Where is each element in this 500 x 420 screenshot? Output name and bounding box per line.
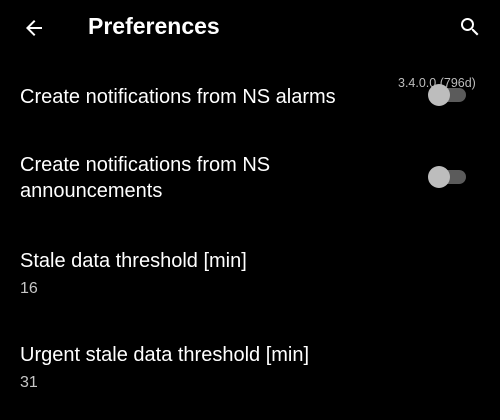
pref-stale-data-threshold[interactable]: Stale data threshold [min] 16: [0, 236, 500, 310]
page-title: Preferences: [88, 13, 220, 39]
ns-announcements-toggle[interactable]: [428, 164, 470, 190]
arrow-left-icon: [26, 20, 42, 36]
search-button[interactable]: [454, 11, 486, 43]
switch-thumb: [428, 84, 450, 106]
pref-urgent-stale-data-threshold[interactable]: Urgent stale data threshold [min] 31: [0, 330, 500, 404]
pref-title-line2: announcements: [20, 180, 163, 202]
search-icon: [461, 18, 479, 36]
pref-title-line1: Create notifications from NS: [20, 154, 271, 176]
pref-title: Stale data threshold [min]: [20, 250, 247, 272]
pref-summary: 16: [20, 280, 38, 297]
pref-title: Create notifications from NS alarms: [20, 86, 336, 108]
pref-ns-announcements-notifications[interactable]: Create notifications from NS announcemen…: [0, 142, 500, 214]
app-bar: Preferences: [0, 0, 500, 56]
pref-title: Urgent stale data threshold [min]: [20, 344, 310, 366]
pref-summary: 31: [20, 374, 38, 391]
back-button[interactable]: [18, 12, 50, 44]
switch-thumb: [428, 166, 450, 188]
